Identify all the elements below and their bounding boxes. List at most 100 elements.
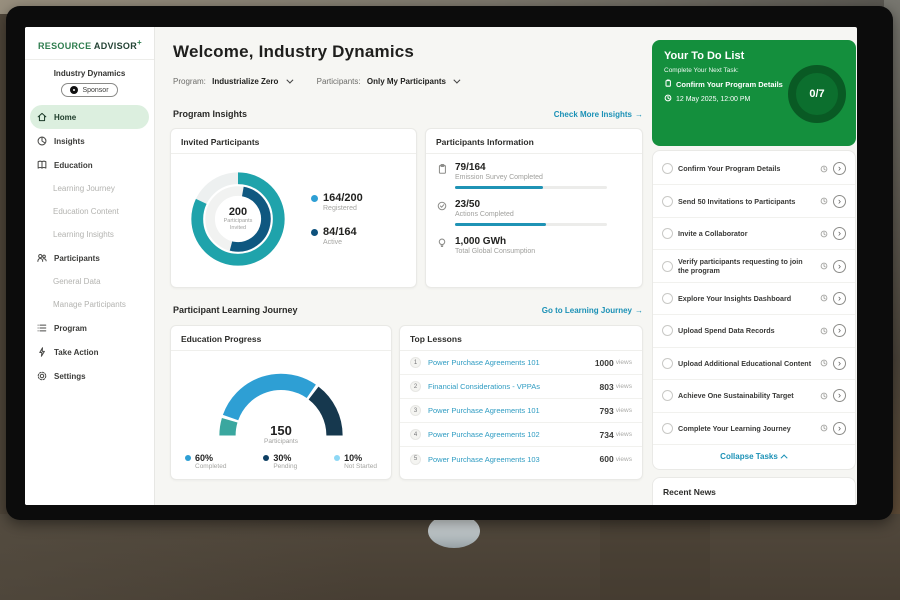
sidebar-item-home[interactable]: Home <box>30 105 149 129</box>
recent-news-title: Recent News <box>653 478 855 505</box>
task-time-icon <box>820 419 828 437</box>
sidebar-item-education[interactable]: Education <box>25 153 154 177</box>
task-row-upload-additional-educational-content[interactable]: Upload Additional Educational Content › <box>653 348 855 380</box>
todo-title: Your To Do List <box>664 50 783 62</box>
task-time-icon <box>820 225 828 243</box>
dashboard-screen: RESOURCE ADVISOR+ Industry Dynamics Spon… <box>25 27 857 505</box>
donut-center-label: Participants Invited <box>215 218 261 232</box>
task-row-verify-participants-requesting-to-join-t[interactable]: Verify participants requesting to join t… <box>653 250 855 282</box>
todo-due-date: 12 May 2025, 12:00 PM <box>664 94 783 104</box>
lesson-link[interactable]: Power Purchase Agreements 101 <box>428 358 595 367</box>
legend-pending: 30%Pending <box>263 453 297 470</box>
lesson-row: 4Power Purchase Agreements 102734views <box>400 423 642 447</box>
sidebar-item-manage-participants[interactable]: Manage Participants <box>25 293 154 316</box>
emission-survey-value: 79/164 <box>455 162 607 173</box>
task-checkbox[interactable] <box>662 196 673 207</box>
task-checkbox[interactable] <box>662 325 673 336</box>
lesson-link[interactable]: Power Purchase Agreements 103 <box>428 455 600 464</box>
sidebar-item-program[interactable]: Program <box>25 316 154 340</box>
task-time-icon <box>820 387 828 405</box>
task-go-button[interactable]: › <box>833 260 846 273</box>
task-time-icon <box>820 192 828 210</box>
sidebar-item-settings[interactable]: Settings <box>25 364 154 388</box>
lesson-views-count: 1000 <box>595 358 614 368</box>
todo-summary-panel: Your To Do List Complete Your Next Task:… <box>652 40 856 146</box>
lesson-rank: 4 <box>410 429 421 440</box>
task-row-complete-your-learning-journey[interactable]: Complete Your Learning Journey› <box>653 413 855 445</box>
legend-dot-icon <box>334 455 340 461</box>
actions-completed-value: 23/50 <box>455 199 607 210</box>
learning-journey-header: Participant Learning Journey Go to Learn… <box>173 305 643 315</box>
task-checkbox[interactable] <box>662 261 673 272</box>
task-go-button[interactable]: › <box>833 357 846 370</box>
go-to-learning-journey-link[interactable]: Go to Learning Journey→ <box>542 306 643 315</box>
participants-filter[interactable]: Participants: Only My Participants <box>317 77 459 86</box>
task-row-send-50-invitations-to-participants[interactable]: Send 50 Invitations to Participants› <box>653 185 855 217</box>
lesson-views-suffix: views <box>616 383 632 390</box>
lesson-views-count: 600 <box>600 454 614 464</box>
task-go-button[interactable]: › <box>833 227 846 240</box>
participants-filter-label: Participants: <box>317 77 361 86</box>
task-go-button[interactable]: › <box>833 389 846 402</box>
sponsor-badge-label: Sponsor <box>82 87 108 94</box>
sidebar-item-education-content[interactable]: Education Content <box>25 200 154 223</box>
legend-label: Completed <box>195 463 226 470</box>
program-filter[interactable]: Program: Industrialize Zero <box>173 77 291 86</box>
task-row-explore-your-insights-dashboard[interactable]: Explore Your Insights Dashboard› <box>653 283 855 315</box>
sidebar-item-learning-insights[interactable]: Learning Insights <box>25 223 154 246</box>
task-checkbox[interactable] <box>662 358 673 369</box>
task-checkbox[interactable] <box>662 163 673 174</box>
active-value: 84/164 <box>323 226 357 238</box>
task-checkbox[interactable] <box>662 293 673 304</box>
sidebar-item-participants[interactable]: Participants <box>25 246 154 270</box>
sidebar-item-general-data[interactable]: General Data <box>25 270 154 293</box>
task-row-upload-spend-data-records[interactable]: Upload Spend Data Records› <box>653 315 855 347</box>
top-lessons-title: Top Lessons <box>400 326 642 351</box>
page-title: Welcome, Industry Dynamics <box>173 42 414 62</box>
todo-next-task[interactable]: Confirm Your Program Details <box>664 79 783 89</box>
task-checkbox[interactable] <box>662 390 673 401</box>
task-time-icon <box>820 354 828 372</box>
lesson-row: 3Power Purchase Agreements 101793views <box>400 399 642 423</box>
task-go-button[interactable]: › <box>833 162 846 175</box>
task-go-button[interactable]: › <box>833 422 846 435</box>
logo-part-1: RESOURCE <box>38 41 91 51</box>
sidebar-item-take-action[interactable]: Take Action <box>25 340 154 364</box>
sidebar-item-learning-journey[interactable]: Learning Journey <box>25 177 154 200</box>
app-logo: RESOURCE ADVISOR+ <box>25 27 154 60</box>
emission-survey-progress <box>455 186 607 189</box>
task-time-icon <box>820 322 828 340</box>
lesson-link[interactable]: Financial Considerations - VPPAs <box>428 382 600 391</box>
actions-completed-label: Actions Completed <box>455 211 607 218</box>
invited-legend: 164/200 Registered 84/164 Active <box>311 192 363 246</box>
sidebar-item-label: Insights <box>54 137 85 146</box>
task-row-confirm-your-program-details[interactable]: Confirm Your Program Details › <box>653 153 855 185</box>
task-go-button[interactable]: › <box>833 292 846 305</box>
task-row-achieve-one-sustainability-target[interactable]: Achieve One Sustainability Target› <box>653 380 855 412</box>
task-label: Verify participants requesting to join t… <box>678 257 815 275</box>
task-checkbox[interactable] <box>662 423 673 434</box>
lesson-link[interactable]: Power Purchase Agreements 101 <box>428 406 600 415</box>
task-label: Upload Additional Educational Content <box>678 359 815 368</box>
task-label: Confirm Your Program Details <box>678 164 815 173</box>
gauge-segment-completed <box>231 382 312 418</box>
registered-dot-icon <box>311 195 318 202</box>
lesson-link[interactable]: Power Purchase Agreements 102 <box>428 430 600 439</box>
sidebar-item-insights[interactable]: Insights <box>25 129 154 153</box>
background-band <box>600 510 710 600</box>
take-action-icon <box>36 346 48 358</box>
program-insights-title: Program Insights <box>173 109 247 119</box>
task-go-button[interactable]: › <box>833 324 846 337</box>
lesson-rank: 1 <box>410 357 421 368</box>
task-time-icon <box>820 257 828 275</box>
arrow-right-icon: → <box>635 110 643 119</box>
task-checkbox[interactable] <box>662 228 673 239</box>
chevron-down-icon <box>286 77 293 84</box>
task-row-invite-a-collaborator[interactable]: Invite a Collaborator› <box>653 218 855 250</box>
check-more-insights-link[interactable]: Check More Insights→ <box>554 110 643 119</box>
clipboard-icon <box>664 79 672 89</box>
collapse-tasks-link[interactable]: Collapse Tasks <box>653 445 855 467</box>
legend-completed: 60%Completed <box>185 453 226 470</box>
task-go-button[interactable]: › <box>833 195 846 208</box>
donut-center-value: 200 <box>229 206 247 218</box>
